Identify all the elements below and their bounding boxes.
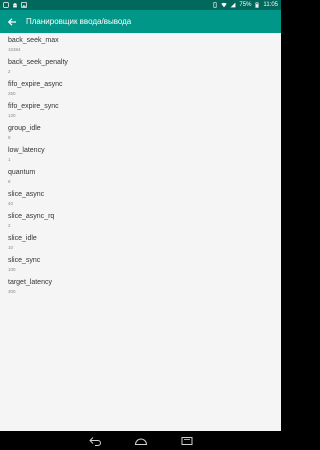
item-label: low_latency bbox=[8, 147, 45, 154]
list-item-slice-async[interactable]: slice_async 40 bbox=[0, 188, 281, 210]
item-label: group_idle bbox=[8, 125, 41, 132]
status-bar: 75% 11:05 bbox=[0, 0, 281, 10]
list-item-fifo-expire-sync[interactable]: fifo_expire_sync 120 bbox=[0, 100, 281, 122]
app-bar: Планировщик ввода/вывода bbox=[0, 10, 281, 33]
page-title: Планировщик ввода/вывода bbox=[26, 17, 132, 26]
list-item-back-seek-penalty[interactable]: back_seek_penalty 2 bbox=[0, 56, 281, 78]
item-value: 1 bbox=[8, 157, 11, 162]
item-label: slice_async bbox=[8, 191, 45, 198]
list-item-target-latency[interactable]: target_latency 300 bbox=[0, 276, 281, 298]
nav-home-icon bbox=[134, 438, 147, 445]
signal-icon bbox=[231, 2, 236, 8]
list-item-quantum[interactable]: quantum 8 bbox=[0, 166, 281, 188]
list-item-low-latency[interactable]: low_latency 1 bbox=[0, 144, 281, 166]
item-label: slice_idle bbox=[8, 235, 37, 242]
item-value: 8 bbox=[8, 135, 11, 140]
item-label: target_latency bbox=[8, 279, 52, 286]
list-item-slice-sync[interactable]: slice_sync 100 bbox=[0, 254, 281, 276]
arrow-back-icon bbox=[7, 17, 16, 26]
item-label: back_seek_max bbox=[8, 37, 59, 44]
item-label: fifo_expire_sync bbox=[8, 103, 59, 110]
back-button[interactable] bbox=[0, 10, 24, 33]
list-item-group-idle[interactable]: group_idle 8 bbox=[0, 122, 281, 144]
item-value: 100 bbox=[8, 267, 16, 272]
item-value: 250 bbox=[8, 91, 16, 96]
item-label: fifo_expire_async bbox=[8, 81, 63, 88]
status-right-icons: 75% 11:05 bbox=[212, 2, 278, 8]
item-value: 16384 bbox=[8, 47, 21, 52]
list-item-slice-idle[interactable]: slice_idle 10 bbox=[0, 232, 281, 254]
nav-back-button[interactable] bbox=[87, 435, 103, 447]
wifi-icon bbox=[221, 2, 228, 8]
item-label: quantum bbox=[8, 169, 36, 176]
battery-percent: 75% bbox=[239, 2, 252, 8]
settings-list-container: back_seek_max 16384 back_seek_penalty 2 … bbox=[0, 33, 281, 431]
item-value: 8 bbox=[8, 179, 11, 184]
item-value: 2 bbox=[8, 223, 11, 228]
navigation-bar bbox=[0, 431, 281, 450]
clock: 11:05 bbox=[263, 2, 278, 8]
list-item-slice-async-rq[interactable]: slice_async_rq 2 bbox=[0, 210, 281, 232]
list-item-fifo-expire-async[interactable]: fifo_expire_async 250 bbox=[0, 78, 281, 100]
nav-recents-icon bbox=[181, 436, 192, 445]
item-value: 120 bbox=[8, 113, 16, 118]
item-value: 10 bbox=[8, 245, 14, 250]
item-label: slice_sync bbox=[8, 257, 41, 264]
item-label: slice_async_rq bbox=[8, 213, 55, 220]
image-icon bbox=[21, 2, 27, 8]
item-label: back_seek_penalty bbox=[8, 59, 68, 66]
vibrate-icon bbox=[213, 2, 217, 8]
notification-icon bbox=[3, 2, 9, 8]
nav-back-icon bbox=[88, 436, 101, 446]
nav-home-button[interactable] bbox=[133, 435, 149, 447]
item-value: 40 bbox=[8, 201, 14, 206]
item-value: 2 bbox=[8, 69, 11, 74]
settings-list: back_seek_max 16384 back_seek_penalty 2 … bbox=[0, 33, 281, 298]
item-value: 300 bbox=[8, 289, 16, 294]
android-icon bbox=[13, 3, 17, 8]
status-left-icons bbox=[3, 2, 27, 8]
nav-recents-button[interactable] bbox=[179, 435, 195, 447]
list-item-back-seek-max[interactable]: back_seek_max 16384 bbox=[0, 34, 281, 56]
battery-icon bbox=[255, 2, 259, 8]
